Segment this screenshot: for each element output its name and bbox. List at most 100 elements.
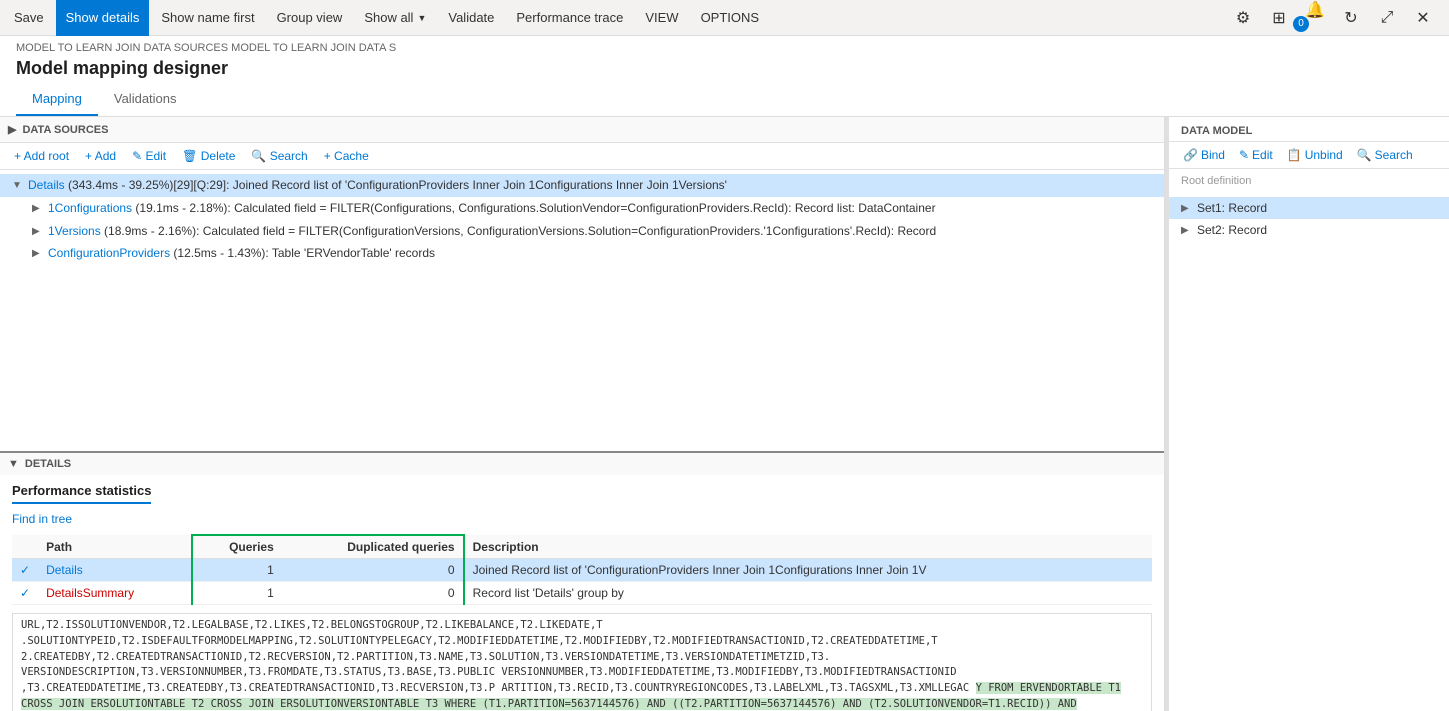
dup-queries-cell-summary: 0 (282, 582, 464, 605)
performance-trace-button[interactable]: Performance trace (506, 0, 633, 36)
dm-tree-item-set2[interactable]: ▶ Set2: Record (1169, 219, 1449, 241)
tree-item-1configurations-text: 1Configurations (19.1ms - 2.18%): Calcul… (48, 200, 1156, 217)
notification-badge: 0 (1293, 16, 1309, 32)
queries-cell-details: 1 (192, 559, 282, 582)
lower-section: ▼ DETAILS Performance statistics Find in… (0, 451, 1164, 711)
close-icon-btn[interactable]: ✕ (1409, 4, 1437, 32)
tree-area: ▼ Details (343.4ms - 39.25%)[29][Q:29]: … (0, 170, 1164, 451)
check-cell-summary: ✓ (12, 582, 38, 605)
main-toolbar: Save Show details Show name first Group … (0, 0, 1449, 36)
table-row-details[interactable]: ✓ Details 1 0 Joined Record list of 'Con… (12, 559, 1152, 582)
show-all-button[interactable]: Show all ▼ (354, 0, 436, 36)
refresh-icon-btn[interactable]: ↻ (1337, 4, 1365, 32)
bind-icon: 🔗 (1183, 148, 1198, 162)
details-body: Performance statistics Find in tree Path… (0, 475, 1164, 711)
tree-item-configproviders[interactable]: ▶ ConfigurationProviders (12.5ms - 1.43%… (0, 242, 1164, 265)
cache-button[interactable]: + Cache (318, 147, 375, 165)
col-check (12, 535, 38, 559)
data-model-tree: ▶ Set1: Record ▶ Set2: Record (1169, 193, 1449, 711)
settings-icon-btn[interactable]: ⚙ (1229, 4, 1257, 32)
data-sources-toolbar: + Add root + Add ✎ Edit 🗑 Delete 🔍 Searc… (0, 143, 1164, 170)
data-model-toolbar: 🔗 Bind ✎ Edit 📋 Unbind 🔍 Search (1169, 142, 1449, 169)
data-sources-header[interactable]: ▶ DATA SOURCES (0, 117, 1164, 143)
bind-label: Bind (1201, 148, 1225, 162)
bind-button[interactable]: 🔗 Bind (1177, 146, 1231, 164)
expand-icon-2: ▶ (32, 225, 44, 239)
details-header[interactable]: ▼ DETAILS (0, 453, 1164, 475)
performance-statistics-title: Performance statistics (12, 483, 151, 504)
validate-button[interactable]: Validate (438, 0, 504, 36)
sql-text-block: URL,T2.ISSOLUTIONVENDOR,T2.LEGALBASE,T2.… (12, 613, 1152, 711)
group-view-button[interactable]: Group view (267, 0, 353, 36)
performance-table: Path Queries Duplicated queries Descript… (12, 534, 1152, 605)
expand-icon: ▶ (8, 123, 16, 136)
dup-queries-cell-details: 0 (282, 559, 464, 582)
tree-item-1versions[interactable]: ▶ 1Versions (18.9ms - 2.16%): Calculated… (0, 220, 1164, 243)
page-wrapper: MODEL TO LEARN JOIN DATA SOURCES MODEL T… (0, 36, 1449, 711)
tree-item-configproviders-text: ConfigurationProviders (12.5ms - 1.43%):… (48, 245, 1156, 262)
tree-item-details-text: Details (343.4ms - 39.25%)[29][Q:29]: Jo… (28, 177, 1156, 194)
add-root-button[interactable]: + Add root (8, 147, 75, 165)
tree-item-details[interactable]: ▼ Details (343.4ms - 39.25%)[29][Q:29]: … (0, 174, 1164, 197)
edit-icon: ✎ (1239, 148, 1249, 162)
table-row-detailssummary[interactable]: ✓ DetailsSummary 1 0 Record list 'Detail… (12, 582, 1152, 605)
detailssummary-path-link: DetailsSummary (46, 586, 134, 600)
upper-section: ▶ DATA SOURCES + Add root + Add ✎ Edit 🗑… (0, 117, 1164, 451)
data-sources-label: DATA SOURCES (22, 124, 108, 136)
set2-label: Set2: Record (1197, 223, 1267, 237)
data-model-header: DATA MODEL (1169, 117, 1449, 142)
tab-validations[interactable]: Validations (98, 85, 193, 116)
breadcrumb: MODEL TO LEARN JOIN DATA SOURCES MODEL T… (0, 36, 1449, 56)
add-button[interactable]: + Add (79, 147, 122, 165)
edit-button[interactable]: ✎ Edit (126, 147, 172, 165)
tree-item-1versions-text: 1Versions (18.9ms - 2.16%): Calculated f… (48, 223, 1156, 240)
set1-label: Set1: Record (1197, 201, 1267, 215)
unbind-button[interactable]: 📋 Unbind (1281, 146, 1349, 164)
collapse-icon: ▼ (12, 179, 24, 193)
queries-cell-summary: 1 (192, 582, 282, 605)
unbind-label: Unbind (1305, 148, 1343, 162)
dm-search-icon: 🔍 (1357, 148, 1372, 162)
view-button[interactable]: VIEW (635, 0, 688, 36)
performance-table-container: Path Queries Duplicated queries Descript… (12, 534, 1152, 605)
save-button[interactable]: Save (4, 0, 54, 36)
tree-item-1configurations[interactable]: ▶ 1Configurations (19.1ms - 2.18%): Calc… (0, 197, 1164, 220)
desc-cell-details: Joined Record list of 'ConfigurationProv… (464, 559, 1152, 582)
details-collapse-icon: ▼ (8, 458, 19, 470)
dm-search-button[interactable]: 🔍 Search (1351, 146, 1419, 164)
root-definition-label: Root definition (1169, 169, 1449, 193)
toolbar-icons: ⚙ ⊞ 🔔 0 ↻ ⤢ ✕ (1229, 0, 1437, 40)
show-name-first-button[interactable]: Show name first (151, 0, 264, 36)
tab-mapping[interactable]: Mapping (16, 85, 98, 116)
left-panel: ▶ DATA SOURCES + Add root + Add ✎ Edit 🗑… (0, 117, 1165, 711)
check-cell-details: ✓ (12, 559, 38, 582)
find-in-tree-link[interactable]: Find in tree (12, 512, 72, 526)
delete-button[interactable]: 🗑 Delete (176, 147, 241, 165)
search-button[interactable]: 🔍 Search (245, 147, 313, 165)
page-title: Model mapping designer (0, 56, 1449, 85)
chevron-down-icon: ▼ (417, 13, 426, 23)
dm-edit-label: Edit (1252, 148, 1273, 162)
unbind-icon: 📋 (1287, 148, 1302, 162)
options-button[interactable]: OPTIONS (691, 0, 770, 36)
col-path: Path (38, 535, 192, 559)
show-details-button[interactable]: Show details (56, 0, 150, 36)
set1-expand-icon: ▶ (1181, 203, 1191, 214)
open-in-new-icon-btn[interactable]: ⤢ (1373, 4, 1401, 32)
apps-icon-btn[interactable]: ⊞ (1265, 4, 1293, 32)
sql-highlight-span: Y FROM ERVENDORTABLE T1 CROSS JOIN ERSOL… (21, 682, 1121, 711)
show-all-label: Show all (364, 10, 413, 25)
col-dup-queries: Duplicated queries (282, 535, 464, 559)
sql-text-container[interactable]: URL,T2.ISSOLUTIONVENDOR,T2.LEGALBASE,T2.… (12, 613, 1152, 711)
details-path-link: Details (46, 563, 83, 577)
dm-edit-button[interactable]: ✎ Edit (1233, 146, 1279, 164)
expand-icon-3: ▶ (32, 247, 44, 261)
details-label: DETAILS (25, 458, 71, 470)
set2-expand-icon: ▶ (1181, 225, 1191, 236)
right-panel: DATA MODEL 🔗 Bind ✎ Edit 📋 Unbind 🔍 Sear… (1169, 117, 1449, 711)
dm-search-label: Search (1375, 148, 1413, 162)
path-cell-details[interactable]: Details (38, 559, 192, 582)
desc-cell-summary: Record list 'Details' group by (464, 582, 1152, 605)
path-cell-summary[interactable]: DetailsSummary (38, 582, 192, 605)
dm-tree-item-set1[interactable]: ▶ Set1: Record (1169, 197, 1449, 219)
